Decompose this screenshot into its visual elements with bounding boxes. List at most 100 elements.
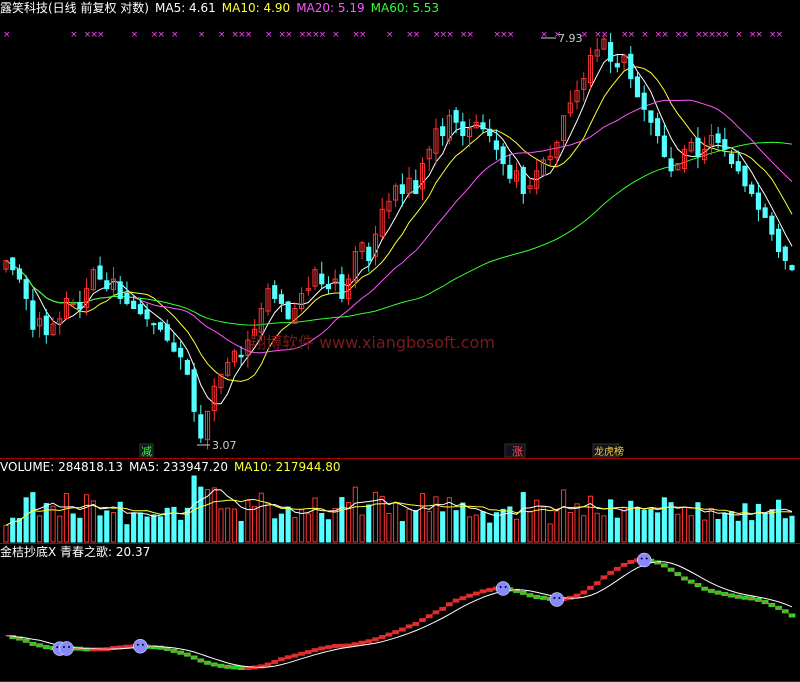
volume-bar xyxy=(608,499,614,543)
candle xyxy=(399,184,405,194)
candle xyxy=(131,300,137,310)
emoji-face-eye xyxy=(504,585,507,588)
volume-bar xyxy=(668,502,674,543)
volume-bar xyxy=(715,518,721,543)
volume-bar xyxy=(769,509,775,543)
candle xyxy=(238,354,244,358)
signal-marker: × xyxy=(755,30,763,40)
signal-marker: × xyxy=(131,30,139,40)
event-tag-rise[interactable]: 涨 xyxy=(504,443,526,458)
candle xyxy=(762,207,768,218)
volume-bar xyxy=(648,508,654,543)
signal-marker: × xyxy=(735,30,743,40)
svg-text:龙虎榜: 龙虎榜 xyxy=(594,445,624,458)
volume-bar xyxy=(131,513,137,543)
signal-marker: × xyxy=(97,30,105,40)
signal-marker: × xyxy=(446,30,454,40)
svg-text:减: 减 xyxy=(141,445,152,458)
candle xyxy=(191,369,197,412)
candle xyxy=(117,281,123,299)
signal-marker: × xyxy=(467,30,475,40)
event-tag-reduce[interactable]: 减 xyxy=(139,443,154,458)
candle xyxy=(43,315,49,336)
volume-bar xyxy=(413,510,419,543)
candle xyxy=(366,246,372,262)
candle xyxy=(728,153,735,165)
emoji-face-icon xyxy=(636,552,652,568)
volume-readout: VOLUME: 284818.13 xyxy=(0,460,123,474)
ma60-readout: MA60: 5.53 xyxy=(370,1,440,15)
stock-title: 露笑科技(日线 前复权 对数) xyxy=(0,1,149,15)
signal-marker: × xyxy=(265,30,273,40)
candle xyxy=(278,294,285,304)
volume-bar xyxy=(16,518,23,543)
stock-chart[interactable]: × × × × × × × × × × × × × × × × × × × × × × × × × × × × × × × × × × × × × × × ×… xyxy=(0,0,800,682)
emoji-face-eye xyxy=(56,646,59,649)
signal-marker: × xyxy=(386,30,394,40)
emoji-face-eye xyxy=(645,557,648,560)
signal-marker: × xyxy=(776,30,784,40)
volume-bar xyxy=(755,503,761,543)
candle xyxy=(124,292,130,304)
signal-marker: × xyxy=(171,30,179,40)
volume-bar xyxy=(70,513,76,543)
candle xyxy=(413,180,419,194)
candle xyxy=(171,342,177,352)
volume-bar xyxy=(614,517,620,543)
candle xyxy=(648,110,654,123)
event-tag-dragon-tiger[interactable]: 龙虎榜 xyxy=(592,443,624,458)
signal-marker: × xyxy=(507,30,515,40)
volume-bar xyxy=(77,517,83,543)
emoji-face-eye xyxy=(499,585,502,588)
main-panel-header: 露笑科技(日线 前复权 对数) MA5: 4.61 MA10: 4.90 MA20: … xyxy=(0,1,445,15)
emoji-face-icon xyxy=(133,638,148,654)
volume-bar xyxy=(97,515,103,543)
candle xyxy=(782,246,788,262)
candle xyxy=(198,414,204,439)
candle xyxy=(151,323,157,326)
emoji-face-eye xyxy=(141,643,144,646)
volume-bar xyxy=(151,514,157,543)
emoji-face-icon xyxy=(549,592,565,607)
candle xyxy=(507,164,513,179)
volume-bar xyxy=(661,497,667,543)
candle xyxy=(453,110,459,123)
candle xyxy=(70,302,76,305)
candle xyxy=(10,257,16,271)
volume-bar xyxy=(493,512,499,543)
candle xyxy=(23,279,29,299)
candle xyxy=(614,63,620,68)
volume-bar xyxy=(23,497,29,543)
candle xyxy=(641,92,647,110)
volume-bar xyxy=(278,513,285,543)
candle xyxy=(157,322,164,330)
volume-bar xyxy=(507,506,513,543)
volume-bar xyxy=(628,500,634,543)
candle xyxy=(30,300,36,330)
candle xyxy=(735,161,741,172)
volume-bar xyxy=(285,506,291,543)
signal-marker: × xyxy=(359,30,367,40)
signal-marker: × xyxy=(332,30,340,40)
candle xyxy=(164,324,170,341)
volume-bar xyxy=(722,513,728,543)
candle xyxy=(493,140,499,150)
candle xyxy=(695,137,701,157)
volume-bar xyxy=(641,509,647,543)
candle xyxy=(715,133,721,143)
volume-bar xyxy=(742,503,748,543)
volume-bar xyxy=(319,512,325,543)
ma10-readout: MA10: 4.90 xyxy=(221,1,291,15)
volume-bar xyxy=(762,512,768,543)
emoji-face-eye xyxy=(136,643,139,646)
volume-bar xyxy=(178,519,184,543)
volume-panel-header: VOLUME: 284818.13 MA5: 233947.20 MA10: 217… xyxy=(0,460,347,474)
candle xyxy=(769,215,775,235)
candle xyxy=(628,53,634,80)
signal-marker: × xyxy=(628,30,636,40)
volume-bar xyxy=(460,502,466,543)
candle xyxy=(655,118,661,137)
candle xyxy=(775,228,782,253)
signal-marker: × xyxy=(319,30,327,40)
candle xyxy=(137,304,143,315)
